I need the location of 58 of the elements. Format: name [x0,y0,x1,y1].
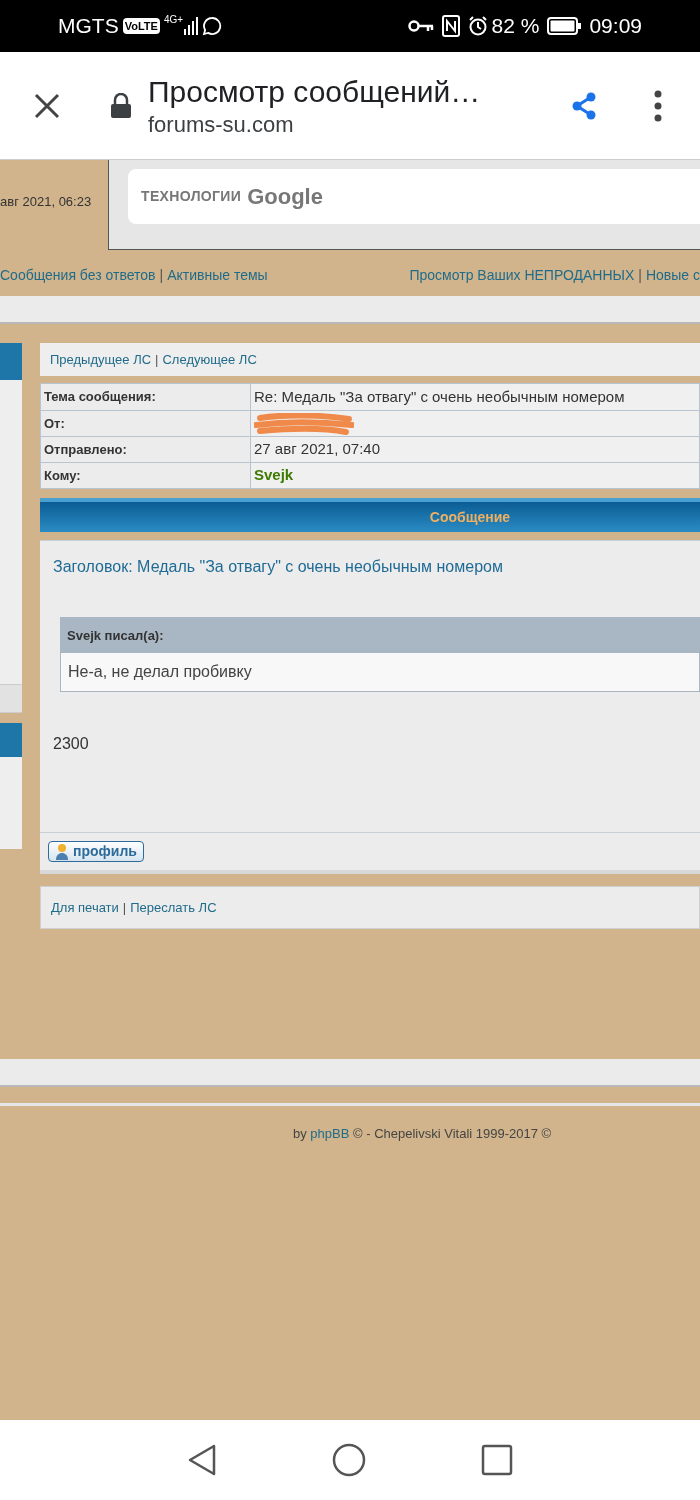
detail-label: Отправлено: [44,440,127,459]
ad-brand: Google [247,183,323,211]
footer-copyright: © - Chepelivski Vitali 1999-2017 © [352,1126,552,1141]
recipient-name[interactable]: Svejk [254,464,294,487]
phpbb-link[interactable]: phpBB [310,1126,350,1141]
link-separator: | [122,898,127,917]
battery-percent: 82 % [491,13,540,40]
home-button[interactable] [332,1443,366,1477]
page-domain: forums-su.com [148,110,295,139]
link[interactable]: Просмотр Ваших НЕПРОДАННЫХ [409,266,635,283]
sidebar-header [0,723,22,757]
link[interactable]: Переслать ЛС [130,897,217,918]
date-text: авг 2021, 06:23 [0,193,93,211]
signal-icon [184,17,199,35]
carrier-name: MGTS [58,13,119,40]
detail-label: От: [44,414,65,433]
link-separator: | [638,266,642,283]
detail-label: Кому: [44,466,81,485]
detail-value: Re: Медаль "За отвагу" с очень необычным номером [254,386,625,407]
detail-value: 27 авг 2021, 07:40 [254,439,381,460]
footer-prefix: by [293,1126,308,1141]
share-icon [571,91,597,120]
link[interactable]: Новые с [645,266,700,283]
chat-bubble-icon [202,16,223,36]
message-body: 2300 [53,734,90,754]
back-button[interactable] [187,1443,218,1477]
page-title: Просмотр сообщений… [148,73,481,110]
nfc-icon [441,15,460,37]
quote-author: Svejk писал(а): [67,626,164,645]
link[interactable]: Предыдущее ЛС [50,349,152,370]
link[interactable]: Активные темы [167,266,268,283]
link[interactable]: Следующее ЛС [162,349,257,370]
quote-text: Не-а, не делал пробивку [68,662,252,682]
detail-label: Тема сообщения: [44,388,156,407]
menu-button[interactable] [652,88,664,123]
key-icon [407,19,434,33]
more-icon [654,89,662,122]
link[interactable]: Сообщения без ответов [0,266,156,283]
back-icon [187,1443,218,1477]
alarm-icon [467,16,488,36]
link-separator: | [155,350,159,369]
volte-badge: VoLTE [122,18,160,34]
person-icon [55,842,69,861]
network-type: 4G+ [163,13,184,27]
recents-icon [480,1444,513,1476]
link-separator: | [159,266,164,283]
clock-time: 09:09 [589,13,642,40]
sidebar-header [0,343,22,380]
profile-button[interactable]: профиль [48,841,144,862]
close-icon [33,91,61,120]
battery-icon [547,17,582,35]
home-icon [332,1443,366,1477]
recents-button[interactable] [480,1444,513,1476]
lock-icon [110,92,132,119]
message-subject: Заголовок: Медаль "За отвагу" с очень необычным номером [53,557,504,577]
link[interactable]: Для печати [51,897,119,918]
message-heading: Сообщение [429,507,511,527]
ad-label: ТЕХНОЛОГИИ [141,187,242,206]
